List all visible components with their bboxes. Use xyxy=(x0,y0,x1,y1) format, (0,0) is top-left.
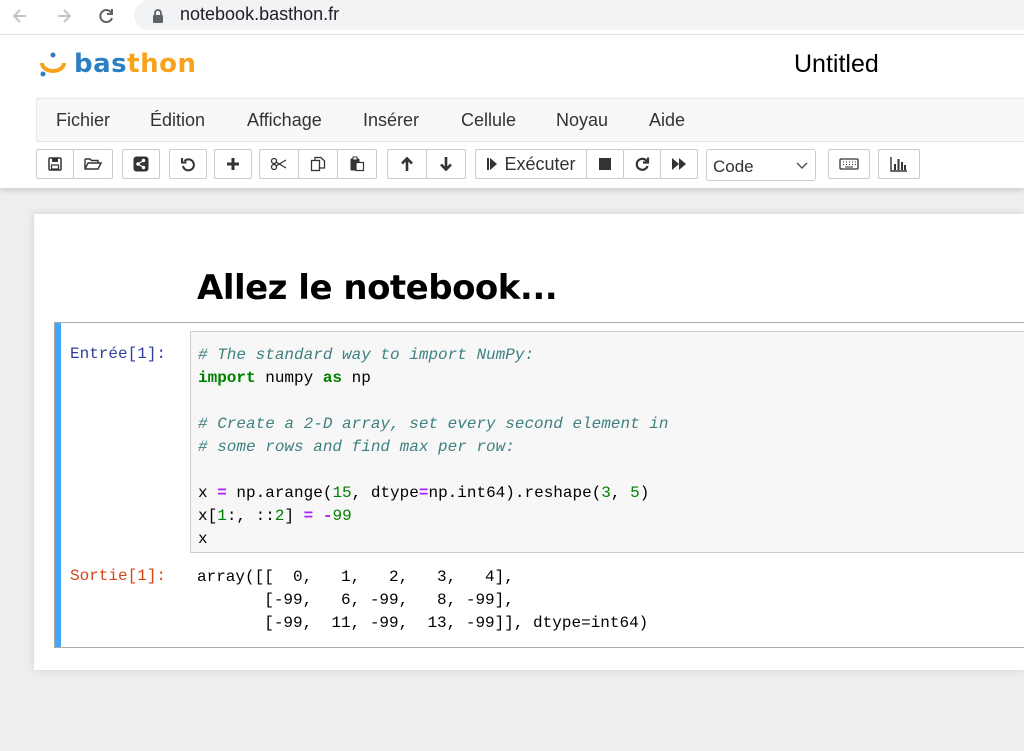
logo-text: basthon xyxy=(74,49,197,79)
menu-inserer[interactable]: Insérer xyxy=(363,110,419,131)
forward-icon[interactable] xyxy=(50,2,78,30)
url-text[interactable]: notebook.basthon.fr xyxy=(180,4,339,25)
share-button[interactable] xyxy=(122,149,160,179)
output-prompt: Sortie[1]: xyxy=(70,567,167,585)
menubar-container: Fichier Édition Affichage Insérer Cellul… xyxy=(0,98,1024,188)
undo-icon xyxy=(181,158,195,172)
scissors-icon xyxy=(270,157,287,171)
undo-button[interactable] xyxy=(169,149,207,179)
browser-bar: notebook.basthon.fr xyxy=(0,0,1024,35)
chevron-down-icon xyxy=(796,162,808,170)
bar-chart-icon xyxy=(890,157,907,172)
plus-icon xyxy=(227,158,239,170)
arrow-down-icon xyxy=(440,157,452,172)
restart-button[interactable] xyxy=(623,149,661,179)
toolbar: Exécuter Code xyxy=(0,149,1024,181)
keyboard-icon xyxy=(839,158,859,170)
back-icon[interactable] xyxy=(6,2,34,30)
command-palette-button[interactable] xyxy=(828,149,870,179)
cut-button[interactable] xyxy=(259,149,299,179)
copy-button[interactable] xyxy=(298,149,338,179)
restart-icon xyxy=(635,157,650,171)
interrupt-button[interactable] xyxy=(586,149,624,179)
menubar: Fichier Édition Affichage Insérer Cellul… xyxy=(36,98,1024,142)
share-icon xyxy=(133,156,149,172)
code-content[interactable]: # The standard way to import NumPy: impo… xyxy=(198,344,668,551)
cell-type-value: Code xyxy=(713,157,754,176)
notebook-page: Allez le notebook... Entrée[1]: # The st… xyxy=(34,214,1024,670)
paste-button[interactable] xyxy=(337,149,377,179)
run-button-label: Exécuter xyxy=(504,153,576,174)
folder-open-icon xyxy=(84,158,102,170)
menu-aide[interactable]: Aide xyxy=(649,110,685,131)
fast-forward-icon xyxy=(672,158,686,170)
step-forward-icon xyxy=(487,158,498,170)
lock-icon xyxy=(152,9,164,28)
logo-icon xyxy=(40,52,66,77)
move-up-button[interactable] xyxy=(387,149,427,179)
menu-noyau[interactable]: Noyau xyxy=(556,110,608,131)
notebook-title[interactable]: Untitled xyxy=(794,50,879,79)
save-icon xyxy=(48,157,62,171)
cell-output: array([[ 0, 1, 2, 3, 4], [-99, 6, -99, 8… xyxy=(197,568,649,632)
menu-fichier[interactable]: Fichier xyxy=(56,110,110,131)
selected-cell-indicator xyxy=(55,323,61,647)
arrow-up-icon xyxy=(401,156,413,171)
code-cell[interactable]: Entrée[1]: # The standard way to import … xyxy=(54,322,1024,648)
basthon-logo[interactable]: basthon xyxy=(38,49,196,79)
reload-icon[interactable] xyxy=(92,2,120,30)
save-button[interactable] xyxy=(36,149,74,179)
open-button[interactable] xyxy=(73,149,113,179)
stop-icon xyxy=(599,158,611,170)
menu-edition[interactable]: Édition xyxy=(150,110,205,131)
menu-cellule[interactable]: Cellule xyxy=(461,110,516,131)
run-all-button[interactable] xyxy=(660,149,698,179)
code-editor[interactable]: # The standard way to import NumPy: impo… xyxy=(190,331,1024,553)
cell-type-select[interactable]: Code xyxy=(706,149,816,181)
input-prompt: Entrée[1]: xyxy=(70,345,167,363)
paste-icon xyxy=(350,156,365,172)
run-button[interactable]: Exécuter xyxy=(475,149,587,179)
move-down-button[interactable] xyxy=(426,149,466,179)
copy-icon xyxy=(310,156,326,172)
insert-cell-button[interactable] xyxy=(214,149,252,179)
app-header: basthon Untitled xyxy=(0,35,1024,98)
markdown-heading[interactable]: Allez le notebook... xyxy=(197,268,558,308)
variable-inspector-button[interactable] xyxy=(878,149,920,179)
menu-affichage[interactable]: Affichage xyxy=(247,110,322,131)
